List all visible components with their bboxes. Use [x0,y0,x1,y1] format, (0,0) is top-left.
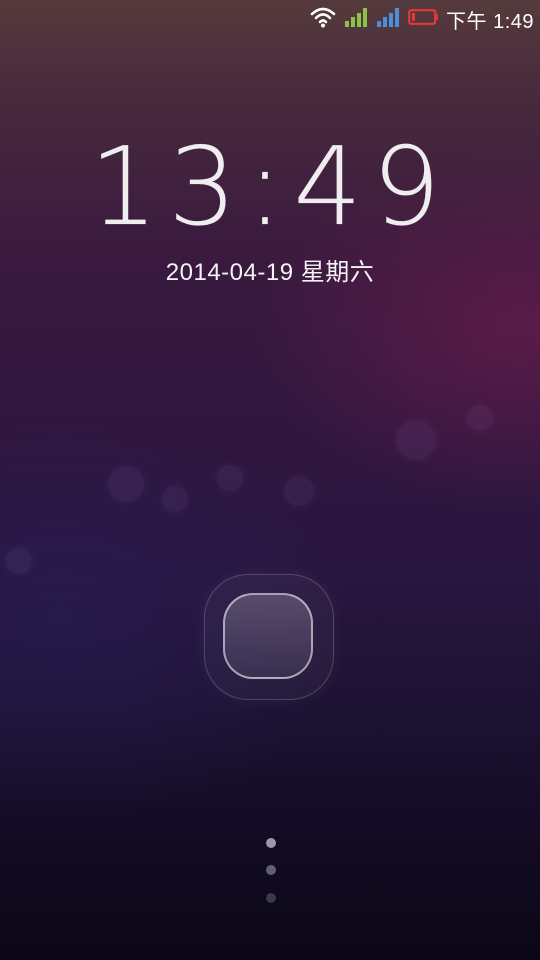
page-indicator-dot [266,865,276,875]
background-bokeh [6,548,32,574]
status-bar: 下午 1:49 [0,0,540,38]
unlock-button[interactable] [223,593,313,679]
background-bokeh [162,486,188,512]
background-bokeh [467,405,493,431]
signal-icon [376,6,400,32]
wifi-icon [310,6,336,32]
battery-icon [408,8,438,30]
background-bokeh [108,466,144,502]
lockscreen-clock: 13:49 [89,125,451,250]
status-time: 下午 1:49 [446,10,534,33]
background-bokeh [396,420,436,460]
background-bokeh [217,465,243,491]
lock-screen: 下午 1:49 13:49 2014-04-19 星期六 [0,0,540,960]
page-indicator-dot [266,838,276,848]
lockscreen-date: 2014-04-19 星期六 [165,259,375,286]
background-bokeh [284,476,314,506]
signal-icon [344,6,368,32]
page-indicator-dot [266,893,276,903]
